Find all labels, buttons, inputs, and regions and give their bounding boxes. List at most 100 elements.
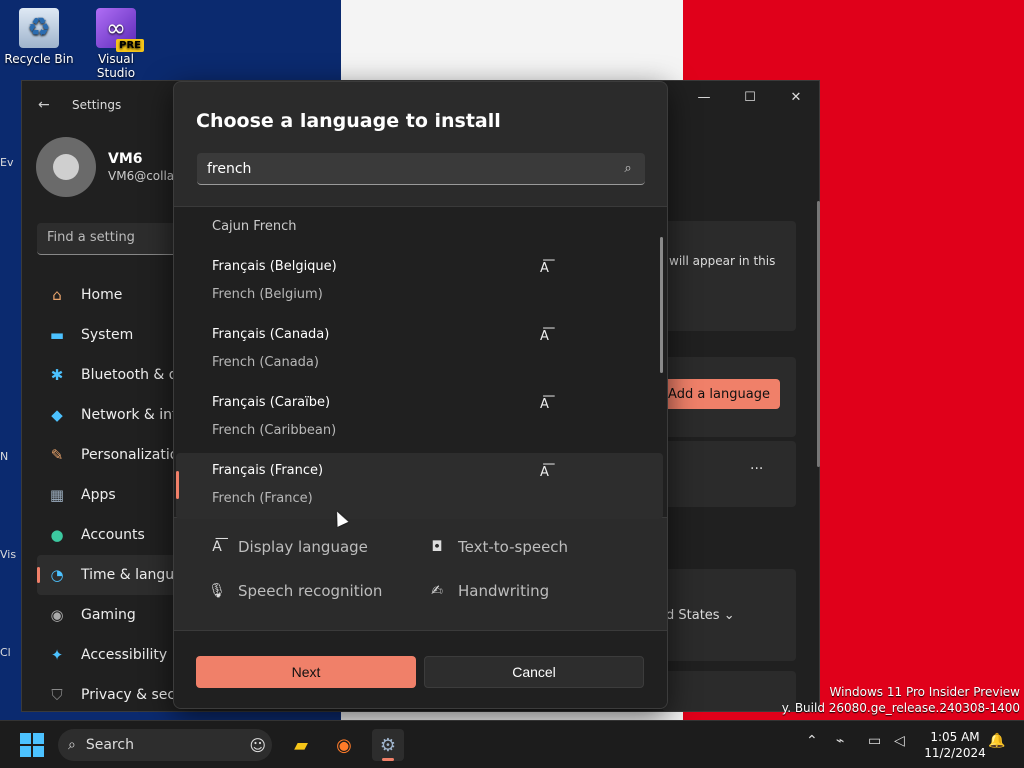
microphone-icon: 🎙 — [208, 583, 226, 599]
user-profile[interactable]: VM6 VM6@colla — [36, 137, 174, 197]
desktop-icon-visual-studio[interactable]: ∞PRE Visual Studio 2022 Preview — [80, 8, 152, 80]
nav-label: Home — [81, 287, 123, 303]
search-icon[interactable]: ⌕ — [621, 161, 635, 176]
search-icon: ⌕ — [68, 737, 76, 753]
windows-logo-icon — [33, 746, 44, 757]
language-english-name: French (Canada) — [212, 355, 319, 370]
language-item-belgique[interactable]: Français (Belgique) French (Belgium) A͞ — [176, 249, 663, 315]
display-language-icon: A͞ — [212, 539, 222, 555]
desktop-edge-label: Ev — [0, 156, 14, 169]
avatar-person-icon — [53, 154, 79, 180]
search-highlight-icon: ☺ — [249, 735, 266, 755]
display-language-icon: A͞ — [540, 465, 549, 480]
language-list-scrollbar[interactable] — [660, 237, 663, 373]
feature-label: Display language — [238, 538, 368, 556]
language-list: Cajun French Français (Belgique) French … — [174, 206, 667, 519]
desktop-icon-recycle-bin[interactable]: ♻ Recycle Bin — [3, 8, 75, 66]
dialog-footer: Next Cancel — [174, 630, 667, 708]
settings-app-icon[interactable]: ⚙ — [372, 729, 404, 761]
nav-label: Personalization — [81, 447, 188, 463]
language-native-name: Français (Belgique) — [212, 259, 337, 274]
accessibility-icon: ✦ — [50, 646, 64, 664]
add-a-language-button[interactable]: Add a language — [658, 379, 780, 409]
region-value: d States — [666, 608, 720, 623]
text-to-speech-icon: ◘ — [431, 539, 443, 555]
language-item-france[interactable]: Français (France) French (France) A͞ — [176, 453, 663, 519]
desktop-icon-label: Recycle Bin — [4, 52, 74, 66]
language-english-name: French (Belgium) — [212, 287, 323, 302]
visual-studio-icon: ∞ PRE — [96, 8, 144, 52]
display-language-icon: A͞ — [540, 329, 549, 344]
dialog-title: Choose a language to install — [196, 110, 501, 132]
windows-logo-icon — [20, 746, 31, 757]
volume-muted-icon[interactable]: ◁ — [894, 733, 905, 749]
desktop-icon-label: Visual Studio 2022 Preview — [96, 52, 136, 80]
language-native-name: Français (Canada) — [212, 327, 330, 342]
window-title: Settings — [72, 98, 122, 112]
language-search-box[interactable]: ⌕ — [197, 153, 645, 185]
desktop-edge-label: Vis — [0, 548, 17, 561]
nav-label: Gaming — [81, 607, 136, 623]
personalization-icon: ✎ — [50, 446, 64, 464]
card-description: will appear in this — [669, 254, 776, 268]
file-explorer-icon[interactable]: ▰ — [285, 729, 317, 761]
language-english-name: French (France) — [212, 491, 313, 506]
display-language-icon: A͞ — [540, 261, 549, 276]
firefox-icon[interactable]: ◉ — [328, 729, 360, 761]
find-setting-input[interactable]: Find a setting — [37, 223, 187, 255]
nav-label: Apps — [81, 487, 116, 503]
feature-text-to-speech: ◘ Text-to-speech — [428, 538, 568, 556]
nav-label: Time & langua — [81, 567, 183, 583]
privacy-icon: ⛉ — [51, 686, 63, 704]
accounts-icon: ● — [50, 526, 64, 544]
language-item-cajun[interactable]: Cajun French — [212, 219, 296, 234]
next-button[interactable]: Next — [196, 656, 416, 688]
nav-label: Accessibility — [81, 647, 168, 663]
nav-label: System — [81, 327, 134, 343]
windows-logo-icon — [33, 733, 44, 744]
start-button[interactable] — [20, 733, 44, 757]
time-language-icon: ◔ — [50, 566, 64, 584]
more-options-button[interactable]: ··· — [750, 461, 763, 477]
chevron-down-icon: ⌄ — [723, 608, 735, 623]
taskbar-search-label: Search — [85, 737, 134, 753]
region-dropdown[interactable]: d States ⌄ — [666, 608, 735, 623]
home-icon: ⌂ — [52, 286, 62, 304]
language-entry-card — [662, 441, 796, 507]
network-status-icon[interactable]: ⌁ — [836, 733, 844, 749]
os-watermark: Windows 11 Pro Insider Preview y. Build … — [782, 684, 1020, 716]
preview-badge: PRE — [116, 39, 144, 52]
avatar — [36, 137, 96, 197]
language-native-name: Français (Caraïbe) — [212, 395, 331, 410]
user-name: VM6 — [108, 151, 143, 167]
feature-label: Text-to-speech — [458, 538, 569, 556]
bluetooth-icon: ✱ — [50, 366, 64, 384]
taskbar-search[interactable]: ⌕ Search ☺ — [58, 729, 272, 761]
settings-card — [662, 671, 796, 711]
back-arrow-icon[interactable]: ← — [38, 97, 58, 113]
watermark-line: Windows 11 Pro Insider Preview — [829, 685, 1020, 699]
nav-label: Privacy & secu — [81, 687, 184, 703]
watermark-line: y. Build 26080.ge_release.240308-1400 — [781, 701, 1020, 715]
feature-handwriting: ✍ Handwriting — [428, 582, 549, 600]
maximize-icon[interactable]: ☐ — [727, 81, 773, 113]
language-search-input[interactable] — [207, 160, 621, 177]
minimize-icon[interactable]: — — [681, 81, 727, 113]
language-item-canada[interactable]: Français (Canada) French (Canada) A͞ — [176, 317, 663, 383]
user-email: VM6@colla — [108, 169, 175, 183]
nav-label: Accounts — [81, 527, 145, 543]
display-icon[interactable]: ▭ — [868, 733, 881, 749]
taskbar: ⌕ Search ☺ ▰ ◉ ⚙ ⌃ ⌁ ▭ ◁ 1:05 AM 11/2/20… — [0, 720, 1024, 768]
window-controls: — ☐ ✕ — [681, 81, 819, 113]
settings-scrollbar[interactable] — [817, 201, 820, 467]
chevron-up-icon[interactable]: ⌃ — [806, 733, 818, 749]
language-english-name: French (Caribbean) — [212, 423, 337, 438]
close-icon[interactable]: ✕ — [773, 81, 819, 113]
notification-bell-icon[interactable]: 🔔 — [988, 733, 1005, 749]
taskbar-clock[interactable]: 1:05 AM 11/2/2024 — [920, 729, 990, 761]
cancel-button[interactable]: Cancel — [424, 656, 644, 688]
recycle-bin-icon: ♻ — [19, 8, 59, 48]
language-item-caraibe[interactable]: Français (Caraïbe) French (Caribbean) A͞ — [176, 385, 663, 451]
windows-logo-icon — [20, 733, 31, 744]
nav-label: Bluetooth & de — [81, 367, 187, 383]
